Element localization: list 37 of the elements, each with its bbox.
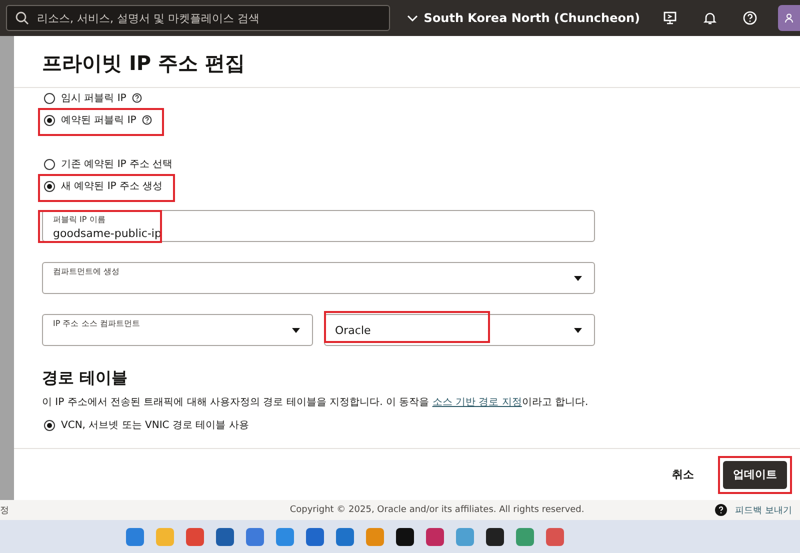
compartment-select[interactable]: 컴파트먼트에 생성 (42, 262, 595, 294)
radio-label: 새 예약된 IP 주소 생성 (61, 180, 163, 193)
caret-icon (574, 328, 582, 333)
caret-icon (292, 328, 300, 333)
dropdown-select[interactable]: IP 주소 소스 컴파트먼트 (42, 314, 313, 346)
cut-off-text: 정 (0, 504, 9, 516)
feedback-link[interactable]: 피드백 보내기 (735, 504, 792, 516)
chevron-icon (406, 14, 418, 22)
copyright-text: Copyright © 2025, Oracle and/or its affiliates. All rights reserved. (288, 505, 584, 515)
update-button[interactable]: 업데이트 (723, 460, 787, 488)
section-heading: 경로 테이블 (42, 368, 129, 389)
search-bar[interactable]: 리소스, 서비스, 설명서 및 마켓플레이스 검색 (6, 5, 390, 31)
panel-title: 프라이빗 IP 주소 편집 (14, 36, 800, 88)
search-field[interactable]: 리소스, 서비스, 설명서 및 마켓플레이스 검색 (37, 6, 389, 30)
user-avatar[interactable] (778, 5, 800, 31)
radio-label: VCN, 서브넷 또는 VNIC 경로 테이블 사용 (61, 419, 249, 432)
public-ip-name-field[interactable]: 퍼블릭 IP 이름 goodsame-public-ip (42, 210, 595, 242)
region-selector[interactable]: South Korea North (Chuncheon) (406, 11, 640, 25)
radio-button[interactable] (44, 92, 55, 104)
radio-button[interactable] (44, 114, 55, 126)
source-routing-link[interactable]: 소스 기반 경로 지정 (432, 397, 522, 408)
help-icon (142, 115, 152, 125)
radio-button[interactable] (44, 420, 55, 430)
section-description: 이 IP 주소에서 전송된 트래픽에 대해 사용자정의 경로 테이블을 지정합니다. 이 동작을 소스 기반 경로 지정 이라고 합니다. (42, 396, 590, 409)
help-icon (132, 93, 142, 103)
radio-label: 예약된 퍼블릭 IP (61, 114, 136, 127)
app-icon[interactable] (486, 528, 504, 546)
help-icon[interactable] (715, 504, 728, 516)
radio-button[interactable] (44, 158, 55, 170)
radio-label: 임시 퍼블릭 IP (61, 92, 126, 105)
dropdown-select[interactable]: Oracle (324, 314, 595, 346)
app-icon[interactable] (396, 528, 414, 546)
caret-icon (574, 276, 582, 281)
radio-button[interactable] (44, 180, 55, 192)
radio-label: 기존 예약된 IP 주소 선택 (61, 158, 173, 171)
search-icon (15, 11, 29, 25)
cancel-button[interactable]: 취소 (666, 466, 700, 483)
